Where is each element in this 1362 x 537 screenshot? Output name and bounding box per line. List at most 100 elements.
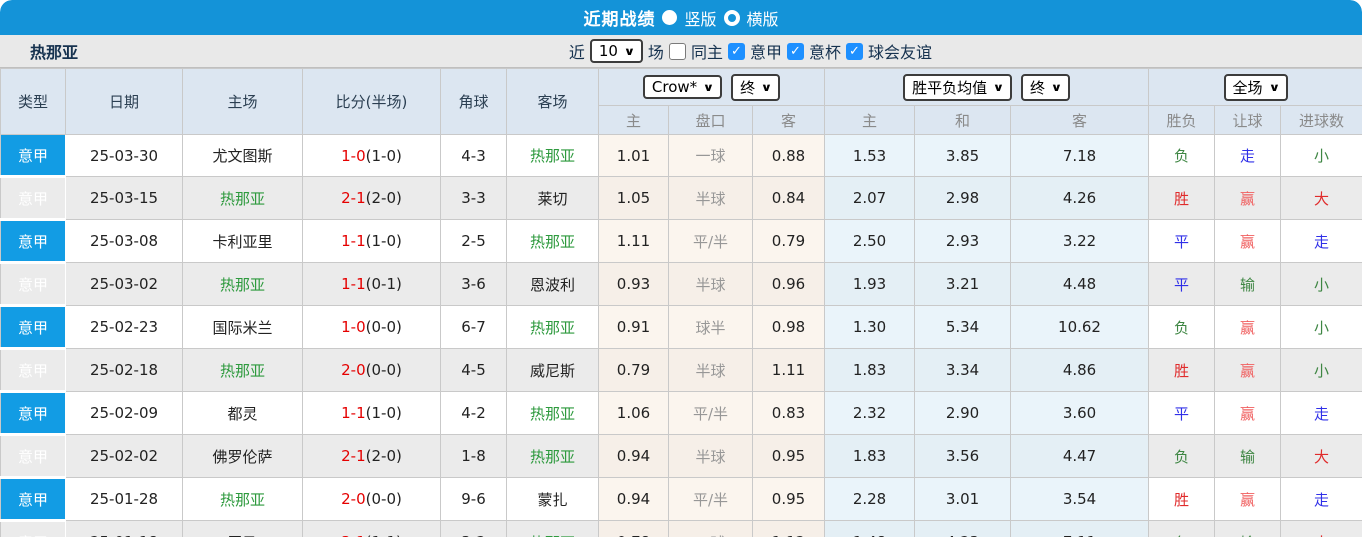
avg-draw-cell: 3.21: [915, 263, 1011, 306]
handicap-line-cell: 平/半: [669, 220, 753, 263]
handicap-result-cell: 赢: [1215, 177, 1281, 220]
handicap-home-odds-cell: 0.79: [599, 349, 669, 392]
handicap-away-odds-cell: 0.84: [753, 177, 825, 220]
league-serie-a-checkbox[interactable]: ✓: [728, 43, 745, 60]
avg-away-cell: 3.54: [1011, 478, 1149, 521]
away-team-cell: 热那亚: [507, 220, 599, 263]
date-cell: 25-01-18: [66, 521, 183, 537]
scope-select[interactable]: 全场 ∨: [1224, 74, 1288, 101]
date-cell: 25-03-15: [66, 177, 183, 220]
table-row: 意甲25-02-09都灵1-1(1-0)4-2热那亚1.06平/半0.832.3…: [1, 392, 1362, 435]
odds-period-value: 终: [740, 77, 755, 98]
avg-group-header: 胜平负均值 ∨ 终 ∨: [825, 69, 1149, 106]
avg-period-select[interactable]: 终 ∨: [1021, 74, 1070, 101]
league-cell: 意甲: [1, 478, 66, 521]
subheader-result: 胜负: [1149, 106, 1215, 135]
avg-draw-cell: 5.34: [915, 306, 1011, 349]
avg-draw-cell: 3.01: [915, 478, 1011, 521]
chevron-down-icon: ∨: [624, 45, 636, 58]
avg-home-cell: 1.93: [825, 263, 915, 306]
league-cell: 意甲: [1, 220, 66, 263]
home-team-cell: 都灵: [183, 392, 303, 435]
away-team-cell: 热那亚: [507, 306, 599, 349]
avg-away-cell: 10.62: [1011, 306, 1149, 349]
header-type: 类型: [1, 69, 66, 135]
handicap-line-cell: 平/半: [669, 478, 753, 521]
filter-bar: 热那亚 近 10 ∨ 场 同主 ✓ 意甲 ✓ 意杯 ✓ 球会友谊: [0, 35, 1362, 68]
handicap-away-odds-cell: 0.83: [753, 392, 825, 435]
handicap-result-cell: 赢: [1215, 306, 1281, 349]
recent-label: 近: [569, 39, 585, 63]
handicap-line-cell: 一球: [669, 135, 753, 177]
vertical-layout-radio[interactable]: [662, 10, 677, 25]
avg-period-value: 终: [1030, 77, 1045, 98]
table-row: 意甲25-01-18罗马3-1(1-1)3-2热那亚0.78一球1.121.48…: [1, 521, 1362, 537]
date-cell: 25-03-02: [66, 263, 183, 306]
away-team-cell: 热那亚: [507, 521, 599, 537]
matches-label: 场: [648, 39, 664, 63]
odds-period-select[interactable]: 终 ∨: [731, 74, 780, 101]
goals-cell: 走: [1281, 478, 1362, 521]
score-cell: 2-1(2-0): [303, 177, 441, 220]
away-team-cell: 恩波利: [507, 263, 599, 306]
avg-home-cell: 2.07: [825, 177, 915, 220]
handicap-result-cell: 走: [1215, 135, 1281, 177]
handicap-away-odds-cell: 1.12: [753, 521, 825, 537]
subheader-avg-home: 主: [825, 106, 915, 135]
handicap-line-cell: 半球: [669, 349, 753, 392]
result-cell: 负: [1149, 521, 1215, 537]
odds-company-select[interactable]: Crow* ∨: [643, 75, 722, 99]
subheader-avg-draw: 和: [915, 106, 1011, 135]
result-cell: 负: [1149, 306, 1215, 349]
avg-away-cell: 7.18: [1011, 135, 1149, 177]
goals-cell: 小: [1281, 306, 1362, 349]
avg-draw-cell: 3.85: [915, 135, 1011, 177]
subheader-handicap-away: 客: [753, 106, 825, 135]
avg-home-cell: 2.32: [825, 392, 915, 435]
handicap-away-odds-cell: 0.95: [753, 478, 825, 521]
horizontal-layout-radio[interactable]: [724, 10, 740, 26]
handicap-line-cell: 球半: [669, 306, 753, 349]
chevron-down-icon: ∨: [1268, 81, 1280, 94]
home-team-cell: 佛罗伦萨: [183, 435, 303, 478]
league-cell: 意甲: [1, 177, 66, 220]
handicap-home-odds-cell: 0.78: [599, 521, 669, 537]
header-score: 比分(半场): [303, 69, 441, 135]
league-coppa-italia-checkbox[interactable]: ✓: [787, 43, 804, 60]
vertical-layout-label[interactable]: 竖版: [684, 6, 716, 30]
handicap-home-odds-cell: 1.05: [599, 177, 669, 220]
league-coppa-italia-label: 意杯: [809, 39, 841, 63]
table-row: 意甲25-03-02热那亚1-1(0-1)3-6恩波利0.93半球0.961.9…: [1, 263, 1362, 306]
handicap-group-header: Crow* ∨ 终 ∨: [599, 69, 825, 106]
avg-type-select[interactable]: 胜平负均值 ∨: [903, 74, 1012, 101]
table-row: 意甲25-03-08卡利亚里1-1(1-0)2-5热那亚1.11平/半0.792…: [1, 220, 1362, 263]
table-row: 意甲25-02-18热那亚2-0(0-0)4-5威尼斯0.79半球1.111.8…: [1, 349, 1362, 392]
horizontal-layout-label[interactable]: 横版: [747, 6, 779, 30]
same-home-label: 同主: [691, 39, 723, 63]
result-cell: 负: [1149, 435, 1215, 478]
filter-controls: 近 10 ∨ 场 同主 ✓ 意甲 ✓ 意杯 ✓ 球会友谊: [569, 39, 932, 63]
handicap-away-odds-cell: 1.11: [753, 349, 825, 392]
avg-type-value: 胜平负均值: [912, 77, 987, 98]
avg-home-cell: 1.30: [825, 306, 915, 349]
home-team-cell: 热那亚: [183, 349, 303, 392]
result-cell: 胜: [1149, 478, 1215, 521]
handicap-away-odds-cell: 0.96: [753, 263, 825, 306]
handicap-line-cell: 半球: [669, 177, 753, 220]
league-club-friendly-checkbox[interactable]: ✓: [846, 43, 863, 60]
date-cell: 25-03-30: [66, 135, 183, 177]
result-cell: 平: [1149, 392, 1215, 435]
handicap-result-cell: 输: [1215, 521, 1281, 537]
handicap-home-odds-cell: 0.94: [599, 478, 669, 521]
result-cell: 负: [1149, 135, 1215, 177]
handicap-away-odds-cell: 0.88: [753, 135, 825, 177]
score-cell: 3-1(1-1): [303, 521, 441, 537]
recent-count-select[interactable]: 10 ∨: [590, 39, 643, 63]
corners-cell: 3-3: [441, 177, 507, 220]
handicap-home-odds-cell: 1.06: [599, 392, 669, 435]
result-cell: 平: [1149, 263, 1215, 306]
avg-draw-cell: 2.98: [915, 177, 1011, 220]
handicap-away-odds-cell: 0.98: [753, 306, 825, 349]
result-group-header: 全场 ∨: [1149, 69, 1362, 106]
same-home-checkbox[interactable]: [669, 43, 686, 60]
